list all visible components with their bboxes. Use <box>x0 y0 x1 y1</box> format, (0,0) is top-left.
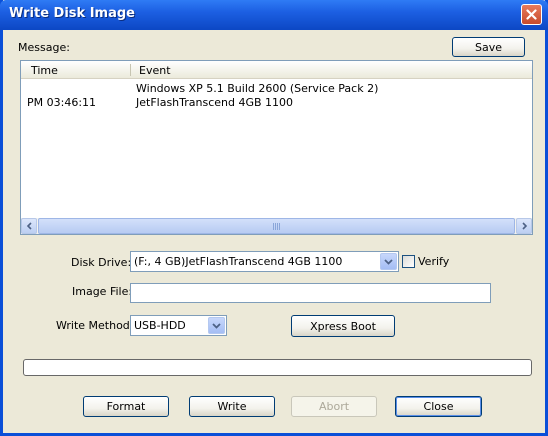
horizontal-scrollbar[interactable] <box>21 218 532 234</box>
write-disk-image-window: Write Disk Image Message: Save Time Even… <box>0 0 548 436</box>
list-header: Time Event <box>21 61 532 79</box>
write-method-dropdown-button[interactable] <box>208 317 225 334</box>
image-file-label: Image File: <box>72 285 133 298</box>
column-header-event[interactable]: Event <box>139 64 171 77</box>
disk-drive-label: Disk Drive: <box>71 256 132 269</box>
grip-icon <box>272 222 281 230</box>
chevron-right-icon <box>521 222 527 230</box>
title-bar[interactable]: Write Disk Image <box>0 0 548 30</box>
scroll-thumb[interactable] <box>38 218 515 234</box>
message-list[interactable]: Time Event Windows XP 5.1 Build 2600 (Se… <box>20 60 533 235</box>
verify-label[interactable]: Verify <box>418 255 449 268</box>
format-button[interactable]: Format <box>83 396 169 417</box>
disk-drive-select[interactable]: (F:, 4 GB)JetFlashTranscend 4GB 1100 <box>130 251 399 272</box>
scroll-right-button[interactable] <box>516 218 532 234</box>
close-window-button[interactable] <box>521 4 542 25</box>
row-event: JetFlashTranscend 4GB 1100 <box>136 96 294 109</box>
write-button[interactable]: Write <box>189 396 275 417</box>
write-method-select[interactable]: USB-HDD <box>130 315 227 336</box>
chevron-left-icon <box>26 222 32 230</box>
image-file-input[interactable] <box>130 283 491 303</box>
row-event: Windows XP 5.1 Build 2600 (Service Pack … <box>136 82 379 95</box>
window-title: Write Disk Image <box>9 6 135 21</box>
chevron-down-icon <box>384 258 393 265</box>
disk-drive-value: (F:, 4 GB)JetFlashTranscend 4GB 1100 <box>134 255 343 268</box>
chevron-down-icon <box>212 322 221 329</box>
write-method-value: USB-HDD <box>134 319 186 332</box>
close-button[interactable]: Close <box>395 396 482 417</box>
column-separator[interactable] <box>130 64 131 76</box>
abort-button[interactable]: Abort <box>291 396 377 417</box>
message-label: Message: <box>18 41 70 54</box>
save-button[interactable]: Save <box>452 37 525 57</box>
disk-drive-dropdown-button[interactable] <box>380 253 397 270</box>
row-time: PM 03:46:11 <box>27 96 97 109</box>
column-header-time[interactable]: Time <box>31 64 58 77</box>
scroll-left-button[interactable] <box>21 218 37 234</box>
write-method-label: Write Method: <box>56 319 134 332</box>
write-progress-bar <box>23 359 532 376</box>
close-icon <box>526 9 537 20</box>
verify-checkbox[interactable] <box>402 255 415 268</box>
xpress-boot-button[interactable]: Xpress Boot <box>291 315 395 337</box>
